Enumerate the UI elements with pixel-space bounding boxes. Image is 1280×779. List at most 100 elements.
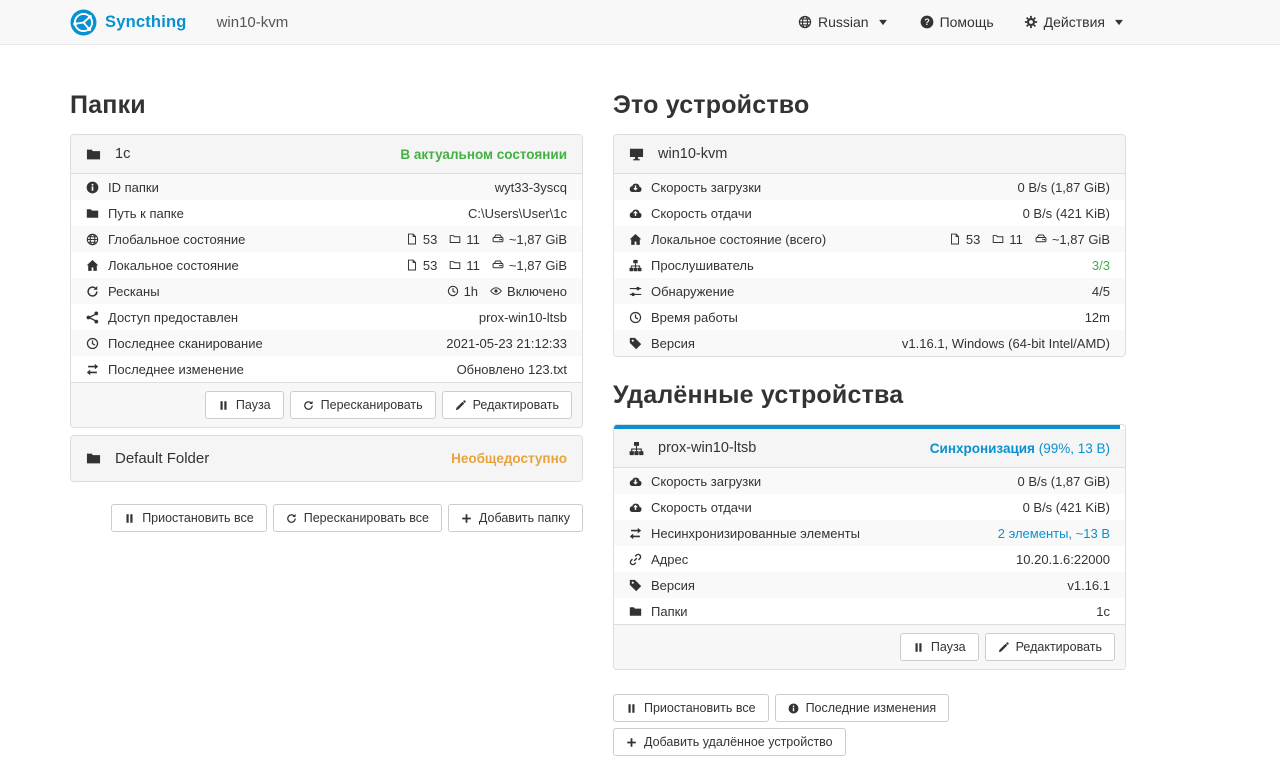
pencil-icon	[455, 400, 466, 411]
cloud-upload-icon	[629, 501, 642, 514]
folder-open-icon	[86, 207, 99, 220]
remote-devices-heading: Удалённые устройства	[613, 381, 1126, 410]
caret-down-icon	[1112, 15, 1126, 29]
language-menu[interactable]: Russian	[798, 14, 890, 30]
device-edit-button[interactable]: Редактировать	[985, 633, 1115, 661]
folder-status-badge: Необщедоступно	[451, 451, 567, 466]
row-shared-with: Доступ предоставлен prox-win10-ltsb	[71, 304, 582, 330]
folder-panel-footer: Пауза Пересканировать Редактировать	[71, 382, 582, 427]
out-of-sync-link[interactable]: 2 элементы, ~13 B	[998, 526, 1110, 541]
hdd-icon	[492, 233, 504, 245]
pause-icon	[913, 642, 924, 653]
plus-icon	[461, 513, 472, 524]
folder-icon	[86, 451, 101, 466]
globe-icon	[86, 233, 99, 246]
folder-status-badge: В актуальном состоянии	[400, 147, 567, 162]
row-listeners: Прослушиватель 3/3	[614, 252, 1125, 278]
this-device-heading: Это устройство	[613, 91, 1126, 120]
file-icon	[406, 259, 418, 271]
row-upload-rate: Скорость отдачи 0 B/s (421 KiB)	[614, 494, 1125, 520]
link-icon	[629, 553, 642, 566]
folder-outline-icon	[449, 259, 461, 271]
row-local-state: Локальное состояние 53 11 ~1,87 GiB	[71, 252, 582, 278]
remote-device-footer: Пауза Редактировать	[614, 624, 1125, 669]
row-global-state: Глобальное состояние 53 11 ~1,87 GiB	[71, 226, 582, 252]
brand-name[interactable]: Syncthing	[105, 13, 187, 32]
folders-section: Папки 1c В актуальном состоянии ID папки…	[70, 91, 583, 756]
remote-device-header[interactable]: prox-win10-ltsb Синхронизация (99%, 13 B…	[614, 429, 1125, 468]
tag-icon	[629, 337, 642, 350]
devices-actions: Приостановить все Последние изменения До…	[613, 694, 973, 756]
remote-device-panel: prox-win10-ltsb Синхронизация (99%, 13 B…	[613, 424, 1126, 670]
clock-icon	[629, 311, 642, 324]
folder-header-1c[interactable]: 1c В актуальном состоянии	[71, 135, 582, 174]
cloud-download-icon	[629, 475, 642, 488]
this-device-panel: win10-kvm Скорость загрузки 0 B/s (1,87 …	[613, 134, 1126, 357]
this-device-header[interactable]: win10-kvm	[614, 135, 1125, 174]
plus-icon	[626, 737, 637, 748]
row-local-state-total: Локальное состояние (всего) 53 11 ~1,87 …	[614, 226, 1125, 252]
caret-down-icon	[876, 15, 890, 29]
row-last-change: Последнее изменение Обновлено 123.txt	[71, 356, 582, 382]
recent-changes-button[interactable]: Последние изменения	[775, 694, 950, 722]
exchange-icon	[86, 363, 99, 376]
home-icon	[86, 259, 99, 272]
pause-all-folders-button[interactable]: Приостановить все	[111, 504, 267, 532]
folder-pause-button[interactable]: Пауза	[205, 391, 284, 419]
syncthing-logo-icon[interactable]	[70, 9, 97, 36]
eye-icon	[490, 285, 502, 297]
cloud-upload-icon	[629, 207, 642, 220]
row-version: Версия v1.16.1	[614, 572, 1125, 598]
remote-device-status-badge: Синхронизация (99%, 13 B)	[930, 441, 1110, 456]
globe-icon	[798, 15, 812, 29]
folder-edit-button[interactable]: Редактировать	[442, 391, 572, 419]
help-link[interactable]: Помощь	[920, 14, 994, 30]
folder-icon	[629, 605, 642, 618]
cloud-download-icon	[629, 181, 642, 194]
folder-panel-1c: 1c В актуальном состоянии ID папки wyt33…	[70, 134, 583, 428]
rescan-all-folders-button[interactable]: Пересканировать все	[273, 504, 442, 532]
navbar: Syncthing win10-kvm Russian Помощь Дейст…	[0, 0, 1280, 45]
refresh-icon	[303, 400, 314, 411]
row-download-rate: Скорость загрузки 0 B/s (1,87 GiB)	[614, 174, 1125, 200]
row-discovery: Обнаружение 4/5	[614, 278, 1125, 304]
language-label: Russian	[818, 14, 869, 30]
row-version: Версия v1.16.1, Windows (64-bit Intel/AM…	[614, 330, 1125, 356]
add-folder-button[interactable]: Добавить папку	[448, 504, 583, 532]
pause-icon	[124, 513, 135, 524]
actions-menu[interactable]: Действия	[1024, 14, 1126, 30]
hdd-icon	[1035, 233, 1047, 245]
row-uptime: Время работы 12m	[614, 304, 1125, 330]
clock-icon	[86, 337, 99, 350]
device-pause-button[interactable]: Пауза	[900, 633, 979, 661]
pause-icon	[218, 400, 229, 411]
pencil-icon	[998, 642, 1009, 653]
desktop-icon	[629, 147, 644, 162]
pause-all-devices-button[interactable]: Приостановить все	[613, 694, 769, 722]
pause-icon	[626, 703, 637, 714]
sitemap-icon	[629, 259, 642, 272]
row-out-of-sync-items: Несинхронизированные элементы 2 элементы…	[614, 520, 1125, 546]
row-last-scan: Последнее сканирование 2021-05-23 21:12:…	[71, 330, 582, 356]
row-rescans: Ресканы 1h Включено	[71, 278, 582, 304]
row-upload-rate: Скорость отдачи 0 B/s (421 KiB)	[614, 200, 1125, 226]
folders-heading: Папки	[70, 91, 583, 120]
remote-device-name: prox-win10-ltsb	[658, 440, 756, 456]
folder-icon	[86, 147, 101, 162]
folder-rescan-button[interactable]: Пересканировать	[290, 391, 436, 419]
folder-outline-icon	[449, 233, 461, 245]
add-remote-device-button[interactable]: Добавить удалённое устройство	[613, 728, 846, 756]
remote-device-details: Скорость загрузки 0 B/s (1,87 GiB) Скоро…	[614, 468, 1125, 624]
row-folder-path: Путь к папке C:\Users\User\1c	[71, 200, 582, 226]
folders-actions: Приостановить все Пересканировать все До…	[70, 504, 583, 532]
info-circle-icon	[86, 181, 99, 194]
hdd-icon	[492, 259, 504, 271]
question-circle-icon	[920, 15, 934, 29]
folder-header-default[interactable]: Default Folder Необщедоступно	[71, 436, 582, 481]
refresh-icon	[86, 285, 99, 298]
this-device-details: Скорость загрузки 0 B/s (1,87 GiB) Скоро…	[614, 174, 1125, 356]
folder-name: 1c	[115, 146, 130, 162]
clock-icon	[447, 285, 459, 297]
folder-panel-default: Default Folder Необщедоступно	[70, 435, 583, 482]
file-icon	[406, 233, 418, 245]
